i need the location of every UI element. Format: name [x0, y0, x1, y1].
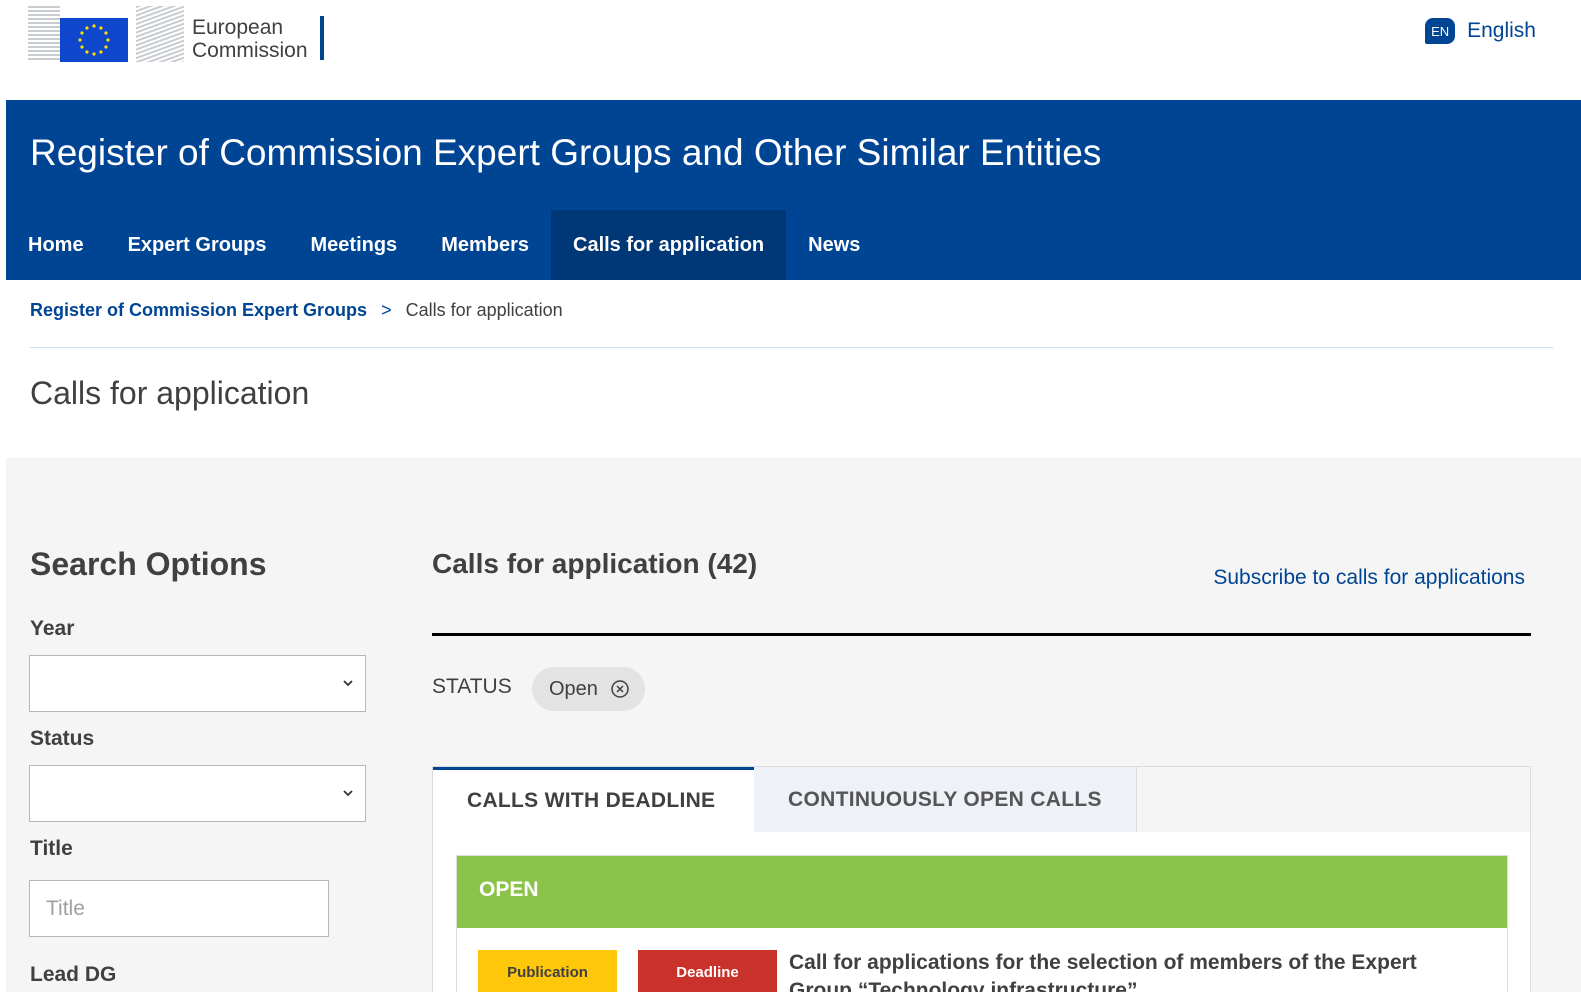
open-section-heading: OPEN [479, 878, 539, 901]
ec-logo-text: European Commission [192, 16, 308, 62]
chevron-down-icon [343, 790, 353, 797]
language-label: English [1467, 19, 1536, 42]
eu-flag-icon [28, 6, 128, 62]
status-select[interactable] [29, 765, 366, 822]
chevron-down-icon [343, 680, 353, 687]
site-header: European Commission EN English [0, 0, 1581, 100]
tab-calls-with-deadline[interactable]: CALLS WITH DEADLINE [433, 767, 754, 832]
subscribe-link[interactable]: Subscribe to calls for applications [1213, 566, 1525, 590]
page-title: Calls for application [30, 375, 310, 411]
search-options-heading: Search Options [30, 546, 267, 582]
logo-divider [320, 16, 324, 60]
year-select[interactable] [29, 655, 366, 712]
nav-item-news[interactable]: News [786, 210, 882, 280]
year-label: Year [30, 617, 75, 640]
breadcrumb-separator-icon: > [381, 300, 392, 320]
call-title-link[interactable]: Call for applications for the selection … [789, 949, 1479, 992]
results-divider [432, 633, 1531, 636]
title-label: Title [30, 837, 73, 860]
publication-badge: Publication [478, 950, 617, 992]
filter-chip-open[interactable]: Open [532, 667, 645, 711]
lead-dg-label: Lead DG [30, 963, 117, 986]
nav-item-meetings[interactable]: Meetings [289, 210, 420, 280]
breadcrumb: Register of Commission Expert Groups > C… [30, 300, 563, 321]
active-filter-label: STATUS [432, 675, 512, 698]
remove-filter-icon[interactable] [610, 679, 630, 699]
ec-building-icon [136, 6, 184, 62]
calls-tabs: CALLS WITH DEADLINE CONTINUOUSLY OPEN CA… [433, 767, 1530, 832]
deadline-badge: Deadline [638, 950, 777, 992]
site-banner: Register of Commission Expert Groups and… [6, 100, 1581, 280]
nav-item-expert-groups[interactable]: Expert Groups [106, 210, 289, 280]
breadcrumb-link-register[interactable]: Register of Commission Expert Groups [30, 300, 367, 321]
nav-item-calls-for-application[interactable]: Calls for application [551, 210, 787, 280]
european-commission-logo[interactable]: European Commission [28, 4, 338, 64]
title-input[interactable] [29, 880, 329, 937]
status-label: Status [30, 727, 95, 750]
tab-continuously-open-calls[interactable]: CONTINUOUSLY OPEN CALLS [754, 767, 1137, 832]
divider [30, 347, 1553, 348]
breadcrumb-current: Calls for application [405, 300, 563, 320]
language-selector[interactable]: EN English [1425, 18, 1536, 44]
open-section-header: OPEN [457, 856, 1507, 928]
results-heading: Calls for application (42) [432, 548, 758, 579]
filter-chip-label: Open [549, 677, 598, 700]
language-code-icon: EN [1425, 18, 1456, 44]
main-nav: Home Expert Groups Meetings Members Call… [6, 210, 882, 280]
nav-item-members[interactable]: Members [419, 210, 551, 280]
site-title: Register of Commission Expert Groups and… [30, 132, 1102, 173]
nav-item-home[interactable]: Home [6, 210, 106, 280]
